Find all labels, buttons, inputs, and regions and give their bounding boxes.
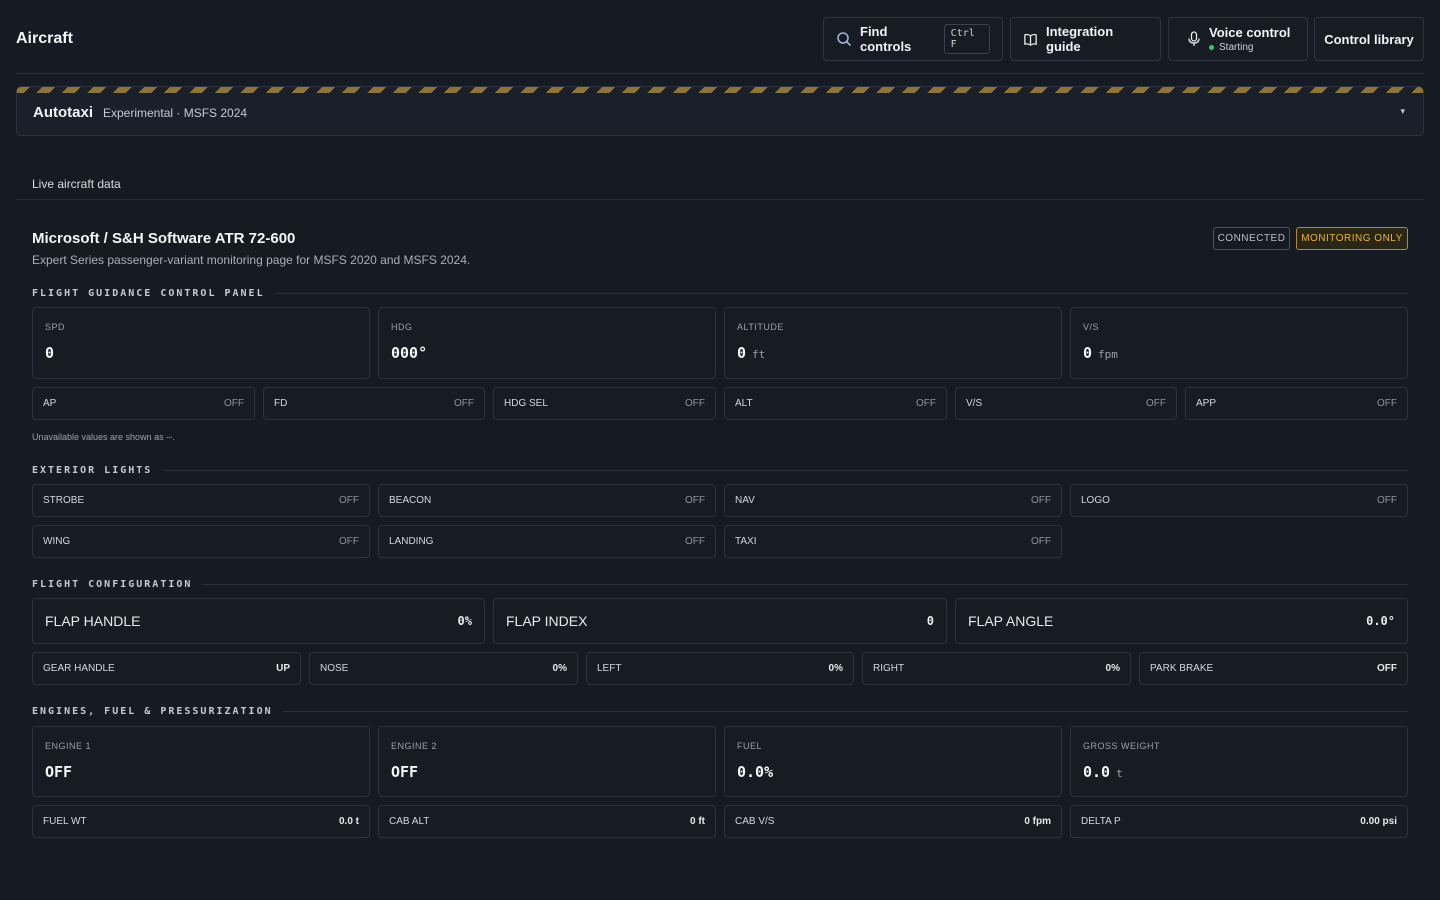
vs-card: V/S 0 fpm <box>1070 307 1408 379</box>
section-lights-title: EXTERIOR LIGHTS <box>32 464 153 476</box>
top-bar: Aircraft Find controls Ctrl F Integratio… <box>0 0 1440 74</box>
section-engines-title: ENGINES, FUEL & PRESSURIZATION <box>32 705 273 717</box>
flap-index: FLAP INDEX 0 <box>493 598 947 644</box>
mode-ap: AP OFF <box>32 387 255 420</box>
tab-divider <box>16 199 1424 200</box>
section-engines: ENGINES, FUEL & PRESSURIZATION <box>32 705 1408 717</box>
engine-2-card: ENGINE 2 OFF <box>378 726 716 797</box>
shortcut-hint: Ctrl F <box>943 24 990 54</box>
gear-right: RIGHT 0% <box>862 652 1131 685</box>
card-value: 0 fpm <box>1083 344 1118 362</box>
connected-badge: CONNECTED <box>1213 227 1290 250</box>
section-rule <box>282 710 1408 712</box>
card-value: 0 <box>45 344 55 362</box>
mode-app: APP OFF <box>1185 387 1408 420</box>
search-icon <box>836 31 852 47</box>
card-label: ENGINE 1 <box>45 741 92 751</box>
autotaxi-subtitle: Experimental · MSFS 2024 <box>103 106 248 120</box>
find-controls-label: Find controls <box>860 24 912 54</box>
card-value: 000° <box>391 344 428 362</box>
light-wing: WING OFF <box>32 525 370 558</box>
gear-nose: NOSE 0% <box>309 652 578 685</box>
book-icon <box>1023 32 1038 47</box>
card-value: 0.0% <box>737 763 774 781</box>
monitoring-only-badge: MONITORING ONLY <box>1296 227 1408 250</box>
light-strobe: STROBE OFF <box>32 484 370 517</box>
control-library-button[interactable]: Control library <box>1314 17 1424 61</box>
voice-status: Starting <box>1209 42 1290 53</box>
status-dot-icon <box>1209 45 1214 50</box>
section-config: FLIGHT CONFIGURATION <box>32 578 1408 590</box>
card-label: ALTITUDE <box>737 322 784 332</box>
tab-live-aircraft-data[interactable]: Live aircraft data <box>32 177 121 191</box>
voice-control-button[interactable]: Voice control Starting <box>1168 17 1308 61</box>
integration-guide-label: Integration guide <box>1046 24 1114 54</box>
section-lights: EXTERIOR LIGHTS <box>32 464 1408 476</box>
find-controls-button[interactable]: Find controls Ctrl F <box>823 17 1003 61</box>
chevron-down-icon[interactable]: ▾ <box>1400 106 1405 117</box>
unavailable-note: Unavailable values are shown as --. <box>32 432 175 442</box>
header-divider <box>16 73 1424 74</box>
light-logo: LOGO OFF <box>1070 484 1408 517</box>
fuel-weight: FUEL WT 0.0 t <box>32 805 370 838</box>
aircraft-title: Microsoft / S&H Software ATR 72-600 <box>32 230 296 247</box>
gear-handle: GEAR HANDLE UP <box>32 652 301 685</box>
section-fgcp: FLIGHT GUIDANCE CONTROL PANEL <box>32 287 1408 299</box>
voice-control-label: Voice control <box>1209 25 1291 40</box>
card-label: ENGINE 2 <box>391 741 438 751</box>
card-value: OFF <box>45 763 73 781</box>
gear-left: LEFT 0% <box>586 652 854 685</box>
section-rule <box>162 469 1408 471</box>
hdg-card: HDG 000° <box>378 307 716 379</box>
integration-guide-button[interactable]: Integration guide <box>1010 17 1161 61</box>
cabin-vs: CAB V/S 0 fpm <box>724 805 1062 838</box>
altitude-card: ALTITUDE 0 ft <box>724 307 1062 379</box>
fuel-card: FUEL 0.0% <box>724 726 1062 797</box>
cabin-altitude: CAB ALT 0 ft <box>378 805 716 838</box>
mode-vs: V/S OFF <box>955 387 1177 420</box>
aircraft-subtitle: Expert Series passenger-variant monitori… <box>32 253 471 267</box>
flap-angle: FLAP ANGLE 0.0° <box>955 598 1408 644</box>
engine-1-card: ENGINE 1 OFF <box>32 726 370 797</box>
gross-weight-card: GROSS WEIGHT 0.0 t <box>1070 726 1408 797</box>
mode-hdg-sel: HDG SEL OFF <box>493 387 716 420</box>
autotaxi-title: Autotaxi <box>33 104 93 121</box>
card-value: 0 ft <box>737 344 766 362</box>
autotaxi-panel[interactable]: Autotaxi Experimental · MSFS 2024 ▾ <box>16 86 1424 136</box>
light-taxi: TAXI OFF <box>724 525 1062 558</box>
light-landing: LANDING OFF <box>378 525 716 558</box>
card-label: SPD <box>45 322 66 332</box>
spd-card: SPD 0 <box>32 307 370 379</box>
mode-alt: ALT OFF <box>724 387 947 420</box>
section-rule <box>202 583 1408 585</box>
card-label: V/S <box>1083 322 1100 332</box>
flap-handle: FLAP HANDLE 0% <box>32 598 485 644</box>
hazard-stripe <box>17 87 1423 93</box>
voice-control-text: Voice control Starting <box>1209 25 1290 53</box>
card-label: HDG <box>391 322 413 332</box>
section-config-title: FLIGHT CONFIGURATION <box>32 578 193 590</box>
delta-p: DELTA P 0.00 psi <box>1070 805 1408 838</box>
mode-fd: FD OFF <box>263 387 485 420</box>
card-label: FUEL <box>737 741 763 751</box>
section-fgcp-title: FLIGHT GUIDANCE CONTROL PANEL <box>32 287 265 299</box>
page-title: Aircraft <box>16 30 73 47</box>
microphone-icon <box>1187 31 1201 47</box>
light-nav: NAV OFF <box>724 484 1062 517</box>
card-value: OFF <box>391 763 419 781</box>
voice-status-text: Starting <box>1219 42 1254 53</box>
park-brake: PARK BRAKE OFF <box>1139 652 1408 685</box>
card-value: 0.0 t <box>1083 763 1123 781</box>
card-label: GROSS WEIGHT <box>1083 741 1161 751</box>
section-rule <box>274 292 1408 294</box>
light-beacon: BEACON OFF <box>378 484 716 517</box>
